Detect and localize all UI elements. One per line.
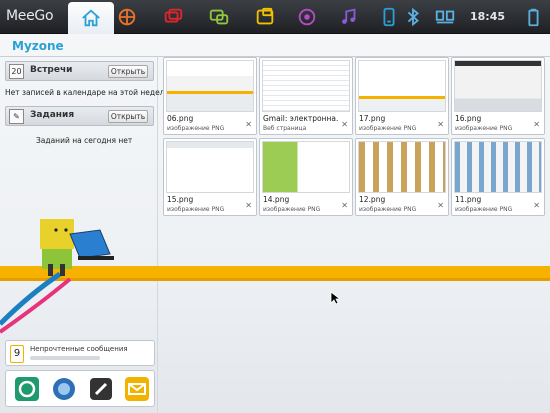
- file-name: 17.png: [359, 114, 386, 123]
- close-icon[interactable]: ✕: [533, 120, 540, 129]
- close-icon[interactable]: ✕: [341, 120, 348, 129]
- tasks-icon: ✎: [9, 109, 24, 124]
- tab-display[interactable]: [430, 0, 460, 34]
- close-icon[interactable]: ✕: [533, 201, 540, 210]
- recent-file-card[interactable]: 14.png изображение PNG ✕: [259, 138, 353, 216]
- recent-file-card[interactable]: 12.png изображение PNG ✕: [355, 138, 449, 216]
- file-type: Веб страница: [263, 125, 307, 132]
- file-preview: [454, 141, 542, 193]
- calendar-icon: 20: [9, 64, 24, 79]
- open-appointments-button[interactable]: Открыть: [108, 65, 148, 78]
- file-name: 16.png: [455, 114, 482, 123]
- close-icon[interactable]: ✕: [245, 120, 252, 129]
- battery-icon: [528, 8, 539, 27]
- file-name: 14.png: [263, 195, 290, 204]
- close-icon[interactable]: ✕: [245, 201, 252, 210]
- file-name: 12.png: [359, 195, 386, 204]
- chat-app-icon[interactable]: [14, 376, 40, 402]
- pasteboard-icon: [298, 8, 316, 26]
- people-icon: [209, 9, 229, 25]
- file-preview: [358, 141, 446, 193]
- unread-count-badge: 9: [10, 345, 24, 363]
- browser-app-icon[interactable]: [51, 376, 77, 402]
- tab-people[interactable]: [196, 0, 242, 34]
- file-type: изображение PNG: [455, 206, 513, 213]
- web-icon: [256, 7, 274, 25]
- recent-file-card[interactable]: 15.png изображение PNG ✕: [163, 138, 257, 216]
- tasks-label: Задания: [30, 110, 75, 120]
- close-icon[interactable]: ✕: [437, 120, 444, 129]
- file-name: Gmail: электронна...: [263, 114, 339, 123]
- appointments-empty-message: Нет записей в календаре на этой неделе: [5, 88, 170, 97]
- column-divider: [157, 57, 158, 413]
- file-preview: [166, 141, 254, 193]
- file-type: изображение PNG: [455, 125, 513, 132]
- tab-status[interactable]: [150, 0, 196, 34]
- unread-messages-card[interactable]: 9 Непрочтенные сообщения: [5, 340, 155, 366]
- home-icon: [82, 9, 100, 27]
- recent-file-card[interactable]: 17.png изображение PNG ✕: [355, 57, 449, 135]
- recent-file-card[interactable]: 11.png изображение PNG ✕: [451, 138, 545, 216]
- file-preview: [166, 60, 254, 112]
- myzone-panel: Myzone 20 Встречи Открыть Нет записей в …: [0, 34, 550, 413]
- file-name: 11.png: [455, 195, 482, 204]
- file-type: изображение PNG: [263, 206, 321, 213]
- email-app-icon[interactable]: [124, 376, 150, 402]
- devices-icon: [383, 7, 395, 27]
- clock[interactable]: 18:45: [470, 10, 505, 23]
- recent-file-card[interactable]: 06.png изображение PNG ✕: [163, 57, 257, 135]
- display-icon: [435, 10, 455, 24]
- favorite-apps-dock: [5, 370, 155, 407]
- bluetooth-icon: [407, 7, 419, 27]
- meego-logo: MeeGo: [6, 8, 54, 24]
- tab-web[interactable]: [242, 0, 288, 34]
- status-icon: [164, 8, 183, 23]
- tab-zones[interactable]: [104, 0, 150, 34]
- file-type: изображение PNG: [359, 125, 417, 132]
- file-preview: [262, 141, 350, 193]
- open-tasks-button[interactable]: Открыть: [108, 110, 148, 123]
- mouse-cursor-icon: [330, 291, 340, 305]
- file-preview: [358, 60, 446, 112]
- background-mascot-art: [0, 219, 114, 334]
- settings-app-icon[interactable]: [88, 376, 114, 402]
- recent-file-card[interactable]: 16.png изображение PNG ✕: [451, 57, 545, 135]
- file-preview: [454, 60, 542, 112]
- tasks-empty-message: Заданий на сегодня нет: [36, 136, 133, 145]
- tab-pasteboard[interactable]: [284, 0, 330, 34]
- close-icon[interactable]: ✕: [341, 201, 348, 210]
- message-preview: [30, 356, 100, 360]
- file-type: изображение PNG: [167, 206, 225, 213]
- tab-bluetooth[interactable]: [400, 0, 426, 34]
- file-type: изображение PNG: [359, 206, 417, 213]
- recent-file-card[interactable]: Gmail: электронна... Веб страница ✕: [259, 57, 353, 135]
- top-panel: MeeGo 18:45: [0, 0, 550, 34]
- page-title: Myzone: [12, 39, 64, 53]
- unread-messages-label: Непрочтенные сообщения: [30, 345, 128, 353]
- close-icon[interactable]: ✕: [437, 201, 444, 210]
- file-preview: [262, 60, 350, 112]
- appointments-header: 20 Встречи Открыть: [5, 61, 154, 81]
- file-type: изображение PNG: [167, 125, 225, 132]
- tab-battery[interactable]: [520, 0, 546, 34]
- music-icon: [342, 8, 356, 24]
- file-name: 06.png: [167, 114, 194, 123]
- file-name: 15.png: [167, 195, 194, 204]
- zones-icon: [118, 8, 136, 26]
- tasks-header: ✎ Задания Открыть: [5, 106, 154, 126]
- appointments-label: Встречи: [30, 65, 73, 75]
